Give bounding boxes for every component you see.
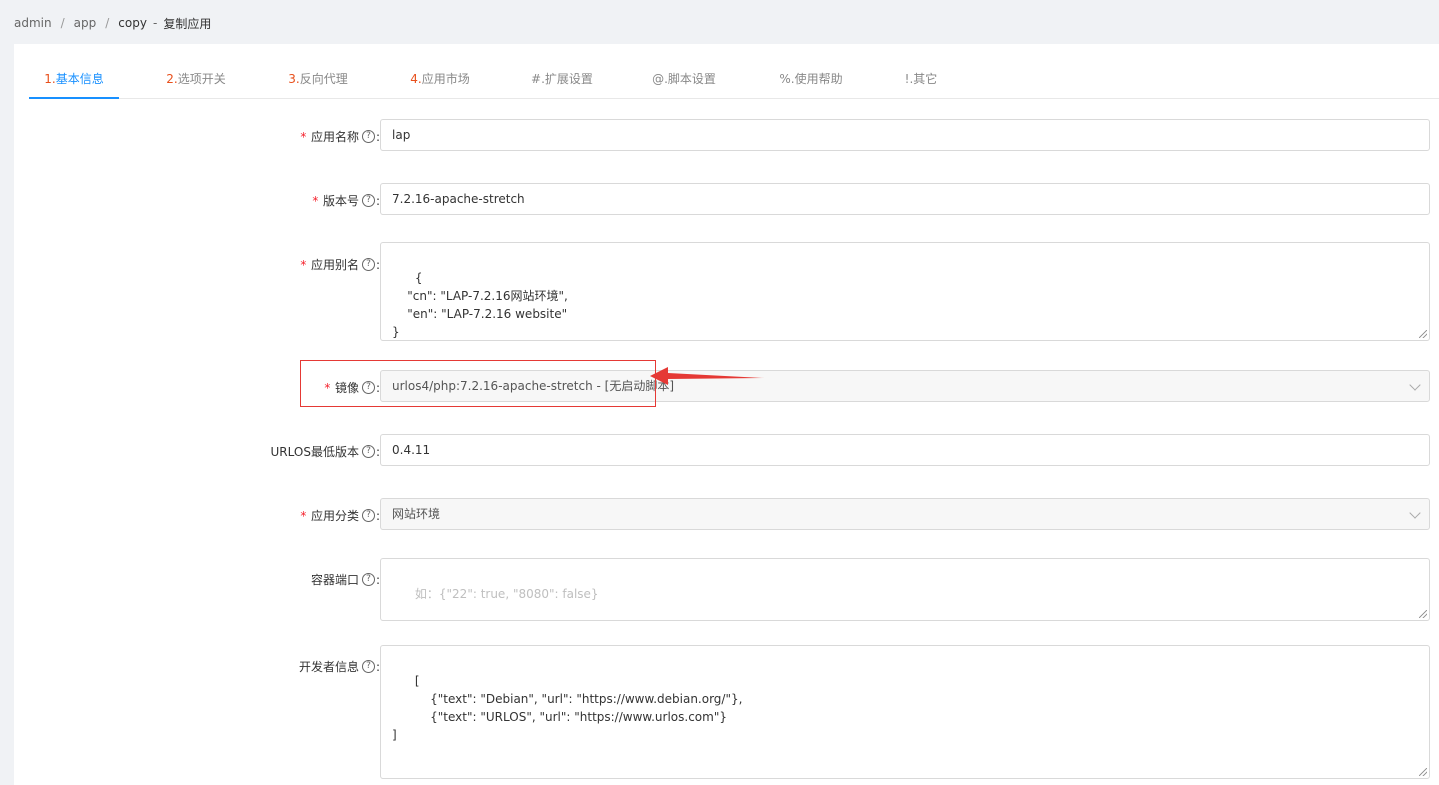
tab-extensions[interactable]: #.扩展设置 (523, 64, 601, 99)
chevron-down-icon (1409, 379, 1421, 391)
min-version-label: URLOS最低版本 ? : (270, 444, 381, 460)
category-label: * 应用分类 ? : (299, 508, 380, 524)
help-circle-icon[interactable]: ? (361, 660, 375, 673)
tab-options[interactable]: 2.选项开关 (157, 64, 235, 99)
breadcrumb-separator: / (105, 16, 110, 30)
tab-other[interactable]: !.其它 (891, 64, 951, 99)
help-circle-icon[interactable]: ? (361, 509, 375, 522)
form-card: 1.基本信息 2.选项开关 3.反向代理 4.应用市场 #.扩展设置 @.脚本设… (14, 44, 1439, 785)
chevron-down-icon (1409, 507, 1421, 519)
breadcrumb-item-admin[interactable]: admin (14, 16, 52, 30)
ports-textarea[interactable]: 如：{"22": true, "8080": false} (380, 558, 1430, 621)
red-arrow-annotation (650, 367, 764, 385)
app-name-label: * 应用名称 ? : (299, 129, 380, 145)
category-select[interactable]: 网站环境 (380, 498, 1430, 530)
resize-grip-icon[interactable] (1419, 330, 1427, 338)
min-version-input[interactable]: 0.4.11 (380, 434, 1430, 466)
page-title: 复制应用 (163, 16, 212, 31)
breadcrumb-dash: - (152, 16, 158, 30)
breadcrumb-item-app[interactable]: app (74, 16, 97, 30)
ports-placeholder: 如：{"22": true, "8080": false} (414, 587, 599, 601)
tab-basic-info[interactable]: 1.基本信息 (29, 64, 119, 99)
alias-text: { "cn": "LAP-7.2.16网站环境", "en": "LAP-7.2… (392, 271, 568, 339)
breadcrumb: admin / app / copy - 复制应用 (14, 14, 211, 32)
annotation-highlight-box (300, 360, 656, 407)
developer-label: 开发者信息 ? : (298, 659, 380, 675)
app-name-input[interactable]: lap (380, 119, 1430, 151)
help-circle-icon[interactable]: ? (361, 445, 375, 458)
tab-scripts[interactable]: @.脚本设置 (645, 64, 723, 99)
version-label: * 版本号 ? : (311, 193, 380, 209)
help-circle-icon[interactable]: ? (361, 194, 375, 207)
tab-app-market[interactable]: 4.应用市场 (401, 64, 479, 99)
tab-bar: 1.基本信息 2.选项开关 3.反向代理 4.应用市场 #.扩展设置 @.脚本设… (29, 64, 1439, 99)
help-circle-icon[interactable]: ? (361, 573, 375, 586)
resize-grip-icon[interactable] (1419, 610, 1427, 618)
resize-grip-icon[interactable] (1419, 768, 1427, 776)
tab-help[interactable]: %.使用帮助 (772, 64, 850, 99)
developer-text: [ {"text": "Debian", "url": "https://www… (392, 674, 743, 742)
developer-textarea[interactable]: [ {"text": "Debian", "url": "https://www… (380, 645, 1430, 779)
breadcrumb-separator: / (60, 16, 65, 30)
tab-reverse-proxy[interactable]: 3.反向代理 (279, 64, 357, 99)
alias-label: * 应用别名 ? : (299, 257, 380, 273)
breadcrumb-item-copy: copy (118, 16, 147, 30)
ports-label: 容器端口 ? : (310, 572, 380, 588)
help-circle-icon[interactable]: ? (361, 130, 375, 143)
help-circle-icon[interactable]: ? (361, 258, 375, 271)
alias-textarea[interactable]: { "cn": "LAP-7.2.16网站环境", "en": "LAP-7.2… (380, 242, 1430, 341)
category-select-value: 网站环境 (392, 507, 441, 521)
version-input[interactable]: 7.2.16-apache-stretch (380, 183, 1430, 215)
